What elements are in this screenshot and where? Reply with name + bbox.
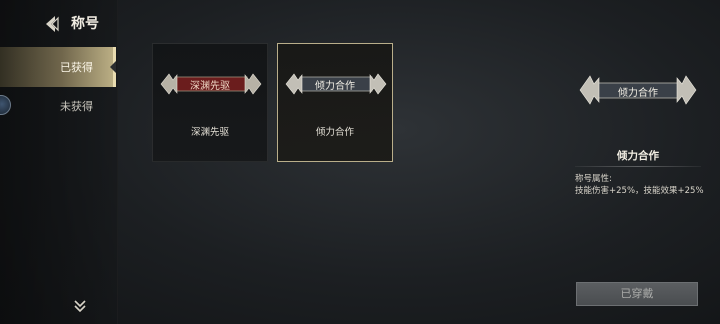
title-name: 深渊先驱 [190,127,229,138]
tab-not-obtained[interactable]: 未获得 [0,87,116,123]
attribute-label: 称号属性: [575,174,612,184]
title-banner: 倾力合作 [284,72,387,96]
banner-text: 深渊先驱 [190,81,230,92]
tab-obtained-label: 已获得 [60,61,93,74]
divider [575,166,701,167]
badge-text: 倾力合作 [618,88,658,99]
expand-more-icon[interactable] [72,298,88,314]
orb-icon [0,95,11,115]
tab-obtained[interactable]: 已获得 [0,47,116,87]
sidebar: 称号 已获得 未获得 [0,0,118,324]
banner-text: 倾力合作 [315,81,355,92]
page-title: 称号 [71,16,99,32]
title-banner: 深渊先驱 [159,72,262,96]
detail-title-name: 倾力合作 [617,150,659,162]
title-name: 倾力合作 [315,127,354,138]
tab-not-obtained-label: 未获得 [60,100,93,113]
title-card-full-cooperation[interactable]: 倾力合作 倾力合作 [277,43,393,162]
tab-indicator [110,61,116,73]
detail-title-badge: 倾力合作 [578,74,698,106]
back-arrow-icon[interactable] [40,12,64,36]
title-card-abyss-pioneer[interactable]: 深渊先驱 深渊先驱 [152,43,268,162]
equipped-button[interactable]: 已穿戴 [576,282,698,306]
attribute-value: 技能伤害+25%，技能效果+25% [575,186,704,196]
